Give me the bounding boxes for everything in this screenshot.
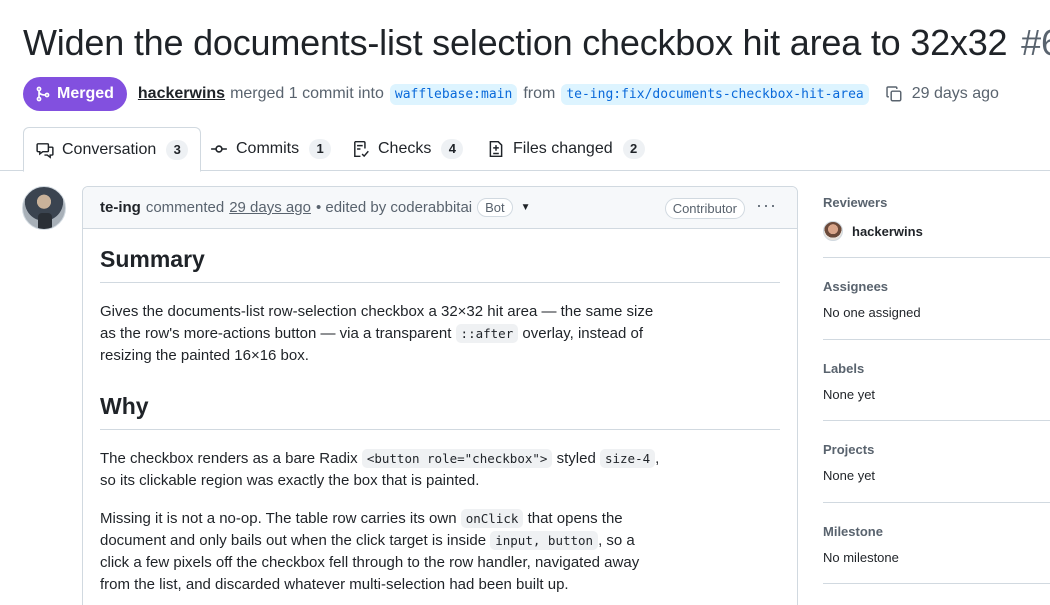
head-branch[interactable]: te-ing:fix/documents-checkbox-hit-area: [561, 83, 869, 105]
labels-value: None yet: [823, 387, 876, 402]
base-branch[interactable]: wafflebase:main: [389, 83, 518, 105]
comment-time[interactable]: 29 days ago: [229, 199, 311, 216]
git-commit-icon: [211, 145, 227, 153]
tab-commits-count: 1: [309, 139, 332, 159]
text: The checkbox renders as a bare Radix: [100, 450, 362, 467]
status-label: Merged: [57, 85, 114, 102]
inline-code: input, button: [490, 531, 599, 550]
comment-action: commented: [145, 199, 225, 216]
milestone-section: Milestone No milestone: [823, 503, 1050, 584]
comment-header: te-ing commented 29 days ago • edited by…: [83, 187, 797, 229]
comment-discussion-icon: [36, 142, 54, 159]
pr-title-text: Widen the documents-list selection check…: [23, 22, 1008, 63]
summary-heading: Summary: [100, 246, 780, 283]
projects-section: Projects None yet: [823, 421, 1050, 503]
tab-checks[interactable]: Checks 4: [352, 127, 464, 171]
assignees-value: No one assigned: [823, 305, 921, 320]
file-diff-icon: [489, 140, 503, 158]
chevron-down-icon[interactable]: ▼: [521, 202, 531, 213]
checklist-icon: [354, 140, 369, 158]
inline-code: <button role="checkbox">: [361, 449, 553, 468]
inline-code: ::after: [455, 324, 519, 343]
projects-label[interactable]: Projects: [823, 442, 1050, 457]
inline-code: onClick: [460, 509, 524, 528]
assignees-label[interactable]: Assignees: [823, 279, 1050, 294]
inline-code: size-4: [599, 449, 656, 468]
tab-checks-count: 4: [441, 139, 464, 159]
tab-commits-label: Commits: [236, 140, 300, 157]
bot-badge: Bot: [477, 198, 513, 217]
copy-icon[interactable]: [885, 85, 903, 103]
text: styled: [552, 450, 600, 467]
tab-conversation-label: Conversation: [62, 140, 157, 158]
reviewers-section: Reviewers hackerwins: [823, 186, 1050, 258]
kebab-menu-icon[interactable]: ···: [756, 195, 777, 216]
author-link[interactable]: hackerwins: [138, 85, 225, 103]
avatar[interactable]: [22, 186, 66, 230]
text: Missing it is not a no-op. The table row…: [100, 510, 461, 527]
tab-files-changed-label: Files changed: [513, 140, 613, 157]
comment-author[interactable]: te-ing: [100, 199, 141, 216]
why-paragraph-2: Missing it is not a no-op. The table row…: [100, 508, 660, 596]
milestone-label[interactable]: Milestone: [823, 524, 1050, 539]
pr-title: Widen the documents-list selection check…: [23, 22, 1050, 64]
edited-by[interactable]: • edited by coderabbitai: [316, 199, 472, 216]
assignees-section: Assignees No one assigned: [823, 258, 1050, 340]
why-paragraph-1: The checkbox renders as a bare Radix <bu…: [100, 448, 660, 492]
from-text: from: [523, 85, 556, 102]
pr-meta: Merged hackerwins merged 1 commit into w…: [23, 77, 999, 111]
reviewer-name: hackerwins: [852, 223, 923, 239]
git-merge-icon: [36, 86, 50, 102]
projects-value: None yet: [823, 468, 876, 483]
merge-time: 29 days ago: [911, 85, 999, 102]
merge-text: merged 1 commit into: [230, 85, 384, 102]
avatar: [823, 221, 843, 241]
summary-paragraph: Gives the documents-list row-selection c…: [100, 301, 660, 367]
contributor-badge: Contributor: [664, 198, 745, 219]
tab-files-changed-count: 2: [622, 139, 645, 159]
pr-tabs: Conversation 3 Commits 1 Checks 4 Files …: [0, 127, 1050, 172]
tab-commits[interactable]: Commits 1: [210, 127, 332, 171]
comment-body: Summary Gives the documents-list row-sel…: [83, 246, 797, 596]
status-badge: Merged: [23, 77, 127, 111]
reviewers-label[interactable]: Reviewers: [823, 195, 1050, 210]
tab-conversation-count: 3: [166, 139, 189, 160]
tab-conversation[interactable]: Conversation 3: [23, 127, 202, 172]
labels-section: Labels None yet: [823, 340, 1050, 421]
labels-label[interactable]: Labels: [823, 361, 1050, 376]
tab-checks-label: Checks: [378, 140, 432, 157]
tab-files-changed[interactable]: Files changed 2: [487, 127, 645, 171]
sidebar: Reviewers hackerwins Assignees No one as…: [823, 186, 1050, 584]
comment-box: te-ing commented 29 days ago • edited by…: [82, 186, 798, 605]
milestone-value: No milestone: [823, 550, 899, 565]
reviewer-item[interactable]: hackerwins: [823, 221, 1050, 241]
pr-number: #623: [1021, 22, 1050, 63]
why-heading: Why: [100, 393, 780, 430]
